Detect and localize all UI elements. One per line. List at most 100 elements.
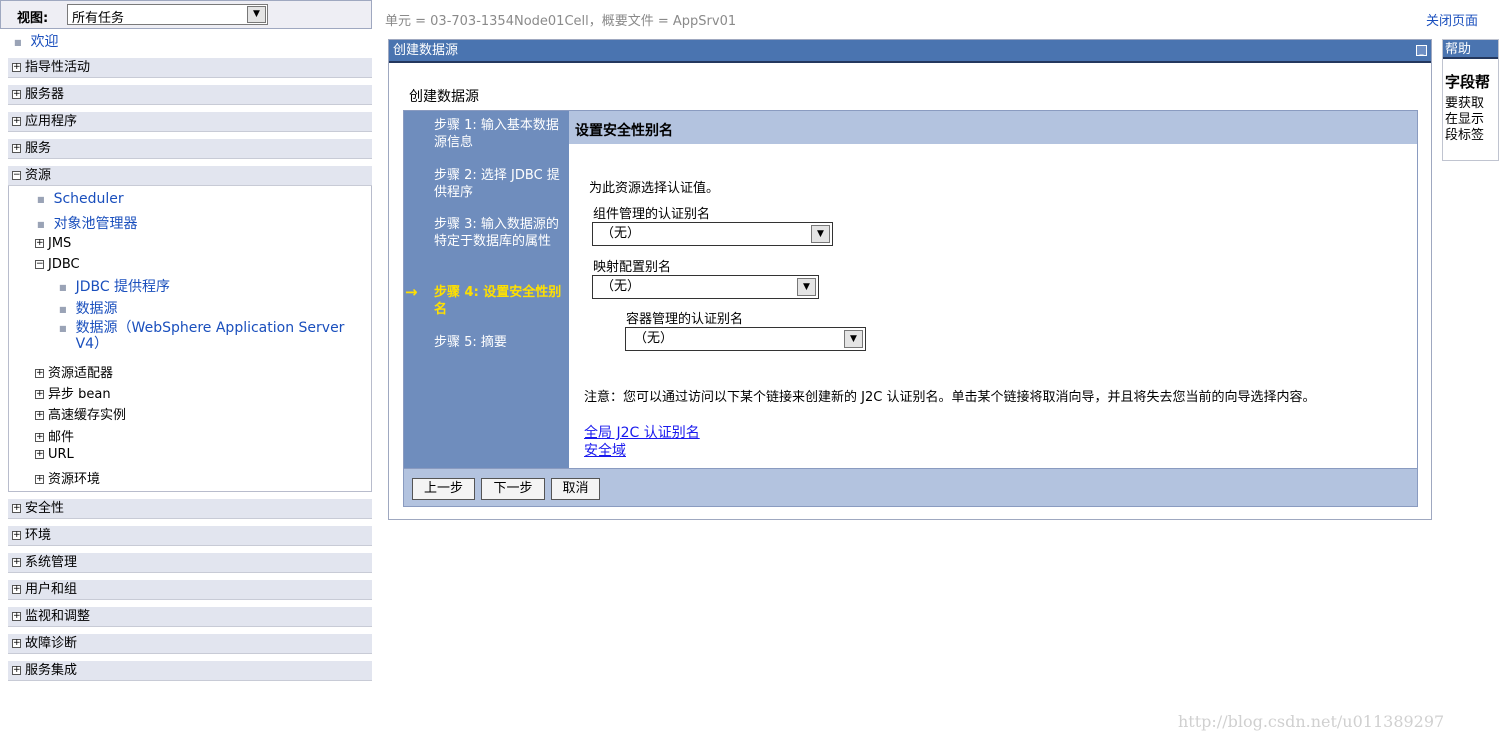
expand-icon[interactable]: + [12,585,21,594]
chevron-down-icon[interactable]: ▼ [247,6,266,23]
collapse-icon[interactable]: − [35,260,44,269]
nav-item-jdbc[interactable]: − JDBC [31,257,80,272]
tree-label: JDBC [48,257,80,272]
expand-icon[interactable]: + [12,666,21,675]
breadcrumb: 单元 = 03-703-1354Node01Cell，概要文件 = AppSrv… [385,14,737,29]
container-alias-label: 容器管理的认证别名 [626,312,744,327]
help-panel: 帮助 字段帮 要获取 在显示 段标签 [1442,39,1499,161]
nav-item-resource-env[interactable]: + 资源环境 [31,468,100,487]
wizard-step-3[interactable]: 步骤 3: 输入数据源的特定于数据库的属性 [434,216,564,250]
expand-icon[interactable]: + [35,239,44,248]
note-text: 注意：您可以通过访问以下某个链接来创建新的 J2C 认证别名。单击某个链接将取消… [584,390,1316,405]
nav-section-services[interactable]: + 服务 [8,139,372,159]
view-select-value: 所有任务 [72,11,125,26]
chevron-down-icon[interactable]: ▼ [797,278,816,296]
portlet-title-bar: 创建数据源 _ [389,40,1431,63]
expand-icon[interactable]: + [35,411,44,420]
help-body: 要获取 在显示 段标签 [1445,96,1484,144]
expand-icon[interactable]: + [35,450,44,459]
tree-link: Scheduler [53,191,124,207]
tree-link: 数据源 [75,301,118,317]
nav-section-label: 资源 [25,168,52,183]
wizard-step-1[interactable]: 步骤 1: 输入基本数据源信息 [434,117,564,151]
container-alias-select[interactable]: （无） ▼ [625,327,866,351]
nav-item-datasource-v4[interactable]: ■ 数据源（WebSphere Application Server V4） [59,320,366,352]
nav-item-scheduler[interactable]: ■ Scheduler [37,191,124,207]
nav-section-environment[interactable]: + 环境 [8,526,372,546]
help-title: 帮助 [1443,40,1498,59]
nav-item-jdbc-provider[interactable]: ■ JDBC 提供程序 [59,276,170,296]
collapse-icon[interactable]: − [12,171,21,180]
expand-icon[interactable]: + [35,433,44,442]
wizard-step-5[interactable]: 步骤 5: 摘要 [434,334,564,351]
view-bar: 视图: 所有任务 ▼ [0,0,372,29]
chevron-down-icon[interactable]: ▼ [844,330,863,348]
nav-item-datasource[interactable]: ■ 数据源 [59,298,118,318]
close-page-link[interactable]: 关闭页面 [1426,10,1478,29]
instruction-text: 为此资源选择认证值。 [589,181,720,196]
tree-link: 对象池管理器 [53,216,138,232]
nav-section-label: 服务器 [25,87,65,102]
expand-icon[interactable]: + [12,63,21,72]
nav-section-troubleshooting[interactable]: + 故障诊断 [8,634,372,654]
expand-icon[interactable]: + [12,612,21,621]
mapping-alias-select[interactable]: （无） ▼ [592,275,819,299]
nav-section-label: 故障诊断 [25,636,78,651]
wizard-step-2[interactable]: 步骤 2: 选择 JDBC 提供程序 [434,167,564,201]
container-alias-value: （无） [634,331,674,346]
help-line: 要获取 [1445,96,1485,111]
global-j2c-alias-link[interactable]: 全局 J2C 认证别名 [584,422,700,442]
security-domain-link[interactable]: 安全域 [584,440,626,460]
expand-icon[interactable]: + [12,144,21,153]
nav-item-cache[interactable]: + 高速缓存实例 [31,404,126,423]
welcome-label: 欢迎 [30,34,59,50]
nav-section-servers[interactable]: + 服务器 [8,85,372,105]
expand-icon[interactable]: + [35,475,44,484]
cancel-button[interactable]: 取消 [551,478,600,500]
prev-button[interactable]: 上一步 [412,478,475,500]
nav-section-label: 用户和组 [25,582,78,597]
tree-link: JDBC 提供程序 [75,279,171,295]
chevron-down-icon[interactable]: ▼ [811,225,830,243]
nav-section-users-groups[interactable]: + 用户和组 [8,580,372,600]
tree-label: URL [48,447,74,462]
nav-section-resources[interactable]: − 资源 [8,166,372,186]
nav-item-adapters[interactable]: + 资源适配器 [31,362,113,381]
nav-section-system-admin[interactable]: + 系统管理 [8,553,372,573]
create-datasource-portlet: 创建数据源 _ 创建数据源 → 步骤 1: 输入基本数据源信息 步骤 2: 选择… [388,39,1432,520]
nav-section-security[interactable]: + 安全性 [8,499,372,519]
view-select[interactable]: 所有任务 ▼ [67,4,268,26]
nav-section-service-integration[interactable]: + 服务集成 [8,661,372,681]
view-label: 视图: [17,11,49,26]
expand-icon[interactable]: + [12,90,21,99]
component-alias-label: 组件管理的认证别名 [593,207,711,222]
component-alias-select[interactable]: （无） ▼ [592,222,833,246]
expand-icon[interactable]: + [12,558,21,567]
wizard-heading: 创建数据源 [409,89,479,105]
nav-section-label: 服务 [25,141,52,156]
expand-icon[interactable]: + [35,390,44,399]
watermark: http://blog.csdn.net/u011389297 [1178,712,1445,731]
nav-item-async-bean[interactable]: + 异步 bean [31,383,111,402]
expand-icon[interactable]: + [12,639,21,648]
nav-section-applications[interactable]: + 应用程序 [8,112,372,132]
nav-item-mail[interactable]: + 邮件 [31,426,74,445]
nav-section-monitoring[interactable]: + 监视和调整 [8,607,372,627]
expand-icon[interactable]: + [12,531,21,540]
nav-section-label: 指导性活动 [25,60,91,75]
bullet-icon: ■ [59,305,67,314]
expand-icon[interactable]: + [35,369,44,378]
nav-item-pool-manager[interactable]: ■ 对象池管理器 [37,213,138,233]
expand-icon[interactable]: + [12,117,21,126]
bullet-icon: ■ [59,324,67,333]
nav-welcome-link[interactable]: ■ 欢迎 [14,31,59,51]
bullet-icon: ■ [59,283,67,292]
tree-label: 高速缓存实例 [48,408,127,423]
expand-icon[interactable]: + [12,504,21,513]
nav-section-guided-activities[interactable]: + 指导性活动 [8,58,372,78]
nav-item-url[interactable]: + URL [31,447,74,462]
mapping-alias-label: 映射配置别名 [593,260,672,275]
next-button[interactable]: 下一步 [481,478,545,500]
minimize-icon[interactable]: _ [1416,45,1427,56]
nav-item-jms[interactable]: + JMS [31,236,71,251]
